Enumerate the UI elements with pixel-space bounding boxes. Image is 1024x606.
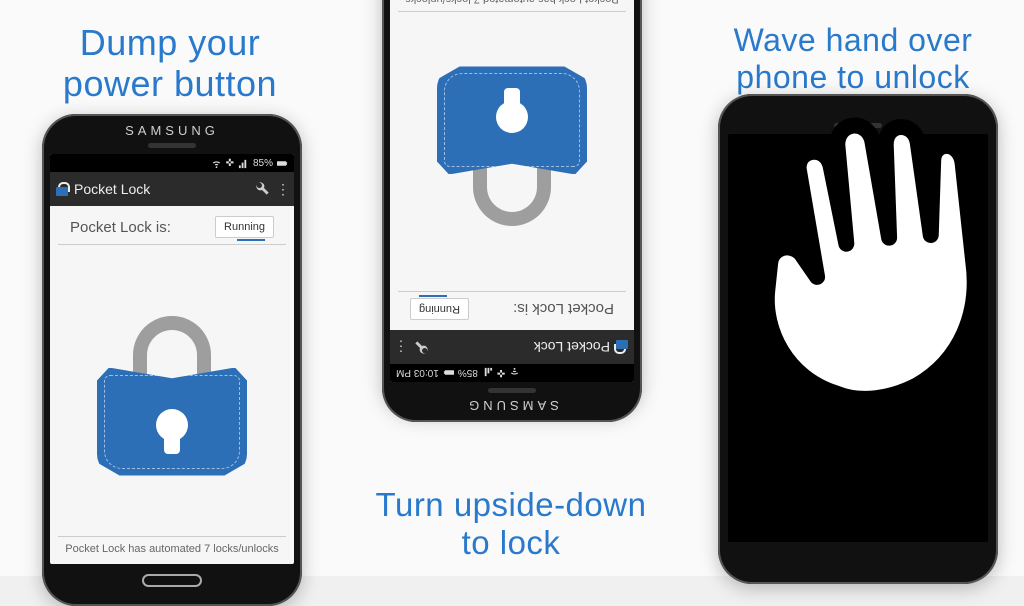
status-row: Pocket Lock is: Running [58, 206, 286, 245]
overflow-menu-icon[interactable]: ⋮ [276, 181, 288, 198]
promo-panel-wave: Wave hand over phone to unlock SAMSUNG [682, 0, 1024, 576]
automation-count-text: Pocket Lock has automated 7 locks/unlock… [58, 536, 286, 564]
status-label: Pocket Lock is: [70, 219, 171, 236]
promo-panel-upside-down: SAMSUNG ✜ 85% 10:03 PM Pocket Lock [340, 0, 682, 576]
app-title: Pocket Lock [74, 181, 248, 197]
battery-percent: 85% [253, 158, 273, 169]
battery-percent: 85% [458, 368, 478, 379]
device-brand: SAMSUNG [42, 114, 302, 143]
status-toggle[interactable]: Running [410, 298, 469, 320]
signal-icon [238, 158, 249, 169]
gps-icon: ✜ [497, 368, 505, 379]
device-mock: SAMSUNG ✜ 85% 10:03 PM Pocket Lock [42, 114, 302, 606]
action-bar: Pocket Lock ⋮ [390, 330, 634, 364]
wave-hand-icon [709, 63, 1024, 424]
device-speaker [148, 143, 196, 148]
device-mock-flipped: SAMSUNG ✜ 85% 10:03 PM Pocket Lock [382, 0, 642, 422]
app-lock-icon [616, 340, 628, 354]
overflow-menu-icon[interactable]: ⋮ [396, 339, 408, 356]
panel-caption: Dump your power button [0, 22, 340, 105]
gps-icon: ✜ [226, 158, 234, 169]
lock-illustration [50, 245, 294, 536]
status-bar: ✜ 85% 10:03 PM [50, 154, 294, 172]
device-screen: ✜ 85% 10:03 PM Pocket Lock ⋮ Pocke [50, 154, 294, 564]
wifi-icon [509, 368, 520, 379]
automation-count-text: Pocket Lock has automated 7 locks/unlock… [398, 0, 626, 12]
battery-icon [277, 158, 288, 169]
lock-illustration [390, 12, 634, 291]
settings-wrench-icon[interactable] [414, 338, 430, 357]
device-brand: SAMSUNG [382, 393, 642, 422]
device-speaker [488, 388, 536, 393]
status-label: Pocket Lock is: [513, 301, 614, 318]
signal-icon [482, 368, 493, 379]
panel-caption: Turn upside-down to lock [340, 486, 682, 562]
app-title: Pocket Lock [436, 339, 610, 355]
status-row: Pocket Lock is: Running [398, 291, 626, 330]
action-bar: Pocket Lock ⋮ [50, 172, 294, 206]
settings-wrench-icon[interactable] [254, 180, 270, 199]
app-lock-icon [56, 182, 68, 196]
status-toggle[interactable]: Running [215, 216, 274, 238]
battery-icon [443, 368, 454, 379]
wifi-icon [211, 158, 222, 169]
status-bar: ✜ 85% 10:03 PM [390, 364, 634, 382]
promo-panel-dump-power: Dump your power button SAMSUNG ✜ 85% 10:… [0, 0, 340, 576]
clock-text: 10:03 PM [396, 368, 439, 379]
device-screen: ✜ 85% 10:03 PM Pocket Lock ⋮ Pocke [390, 0, 634, 382]
